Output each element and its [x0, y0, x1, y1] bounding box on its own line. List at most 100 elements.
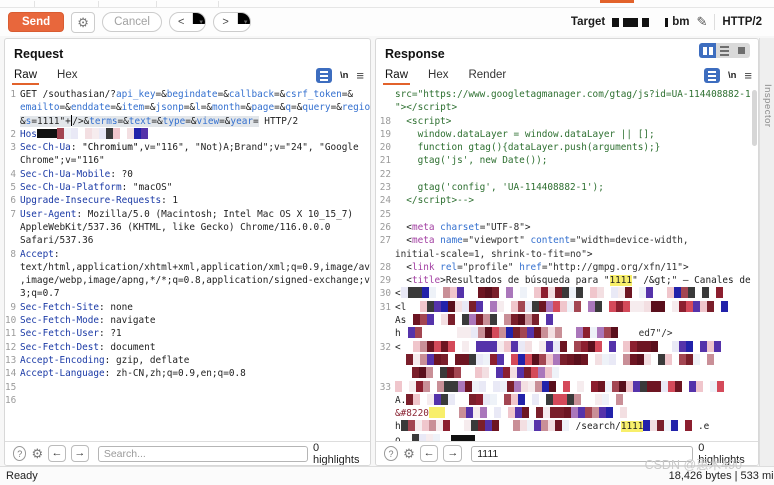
back-button[interactable]: < — [170, 13, 192, 31]
code-line: 25 — [376, 208, 758, 221]
mosaic-cell — [469, 341, 476, 352]
code-segment: gtag('config', 'UA-114408882-1'); — [395, 182, 604, 193]
line-content: function gtag(){dataLayer.push(arguments… — [395, 141, 758, 154]
search-settings-button[interactable]: ⚙ — [403, 446, 415, 462]
code-segment: &#8220 — [395, 408, 429, 419]
code-segment: Accept — [20, 249, 54, 260]
mosaic-cell — [469, 314, 476, 325]
line-number: 19 — [376, 128, 395, 141]
code-segment: =& — [151, 116, 162, 127]
editor-menu-icon[interactable]: ≡ — [356, 68, 364, 83]
mosaic-cell — [92, 128, 99, 139]
line-content: <l — [395, 301, 758, 314]
pretty-print-button[interactable] — [316, 68, 332, 83]
mosaic-cell — [578, 407, 585, 418]
mosaic-cell — [466, 407, 473, 418]
search-settings-button[interactable]: ⚙ — [31, 446, 43, 462]
mosaic-cell — [437, 381, 444, 392]
scrollbar-thumb[interactable] — [752, 90, 757, 146]
line-content — [395, 367, 758, 380]
mosaic-cell — [574, 341, 581, 352]
send-settings-button[interactable]: ⚙ — [71, 12, 95, 33]
mosaic-cell — [686, 341, 693, 352]
mosaic-cell — [534, 327, 541, 338]
show-newlines-button[interactable]: \n — [728, 70, 736, 81]
mosaic-cell — [518, 341, 525, 352]
cancel-button[interactable]: Cancel — [102, 12, 162, 32]
search-help-button[interactable]: ? — [13, 446, 26, 461]
tab-hex[interactable]: Hex — [428, 69, 448, 85]
code-line: 10Sec-Fetch-Mode: navigate — [5, 314, 370, 327]
search-next-button[interactable]: → — [71, 445, 89, 462]
redacted-mosaic — [412, 367, 559, 378]
show-newlines-button[interactable]: \n — [340, 70, 348, 81]
mosaic-cell — [548, 327, 555, 338]
mosaic-cell — [626, 381, 633, 392]
tab-raw[interactable]: Raw — [385, 69, 408, 85]
pretty-print-button[interactable] — [704, 68, 720, 83]
edit-target-icon[interactable]: ✎ — [696, 14, 707, 30]
code-line: initial-scale=1, shrink-to-fit=no"> — [376, 248, 758, 261]
search-prev-button[interactable]: ← — [48, 445, 66, 462]
code-line: 31<l — [376, 301, 758, 314]
mosaic-cell — [499, 420, 506, 431]
inspector-sidebar[interactable]: Inspector — [759, 38, 774, 466]
request-editor[interactable]: 1GET /southasian/?api_key=&begindate=&ca… — [5, 86, 370, 441]
mosaic-cell — [443, 327, 450, 338]
mosaic-cell — [448, 314, 455, 325]
code-segment: page — [252, 102, 275, 113]
request-header: Request — [5, 39, 370, 64]
mosaic-cell — [450, 287, 457, 298]
mosaic-cell — [426, 367, 433, 378]
tab-raw[interactable]: Raw — [14, 69, 37, 85]
mosaic-cell — [455, 314, 462, 325]
layout-single-button[interactable] — [733, 43, 750, 58]
response-editor[interactable]: src="https://www.googletagmanager.com/gt… — [376, 86, 758, 441]
send-button[interactable]: Send — [8, 12, 64, 32]
code-segment: : document — [99, 342, 155, 353]
back-dropdown-button[interactable]: ▾ — [192, 13, 205, 24]
mosaic-cell — [476, 301, 483, 312]
mosaic-cell — [525, 394, 532, 405]
forward-dropdown-button[interactable]: ▾ — [237, 13, 250, 24]
mosaic-cell — [448, 394, 455, 405]
layout-columns-button[interactable] — [699, 43, 716, 58]
mosaic-cell — [490, 354, 497, 365]
tab-separator — [156, 1, 157, 7]
mosaic-cell — [536, 407, 543, 418]
search-prev-button[interactable]: ← — [420, 445, 439, 462]
request-search-input[interactable] — [98, 446, 308, 462]
forward-button[interactable]: > — [214, 13, 236, 31]
mosaic-cell — [630, 354, 637, 365]
line-number: 15 — [5, 381, 20, 394]
mosaic-cell — [464, 420, 471, 431]
mosaic-cell — [408, 287, 415, 298]
mosaic-cell — [672, 354, 679, 365]
line-number — [376, 248, 395, 261]
line-number — [376, 394, 395, 407]
mosaic-cell — [406, 301, 413, 312]
tab-hex[interactable]: Hex — [57, 69, 77, 85]
mosaic-cell — [609, 301, 616, 312]
mosaic-cell — [570, 381, 577, 392]
mosaic-cell — [490, 394, 497, 405]
code-line: 22 — [376, 168, 758, 181]
search-help-button[interactable]: ? — [384, 446, 398, 461]
mosaic-cell — [721, 341, 728, 352]
mosaic-cell — [422, 287, 429, 298]
code-segment: =& — [155, 89, 166, 100]
mosaic-cell — [546, 394, 553, 405]
response-header: Response — [376, 39, 758, 64]
mosaic-cell — [581, 341, 588, 352]
code-segment: User-Agent — [20, 209, 76, 220]
search-next-button[interactable]: → — [443, 445, 462, 462]
code-line: 14Accept-Language: zh-CN,zh;q=0.9,en;q=0… — [5, 367, 370, 380]
mosaic-cell — [574, 354, 581, 365]
mosaic-cell — [487, 407, 494, 418]
tab-render[interactable]: Render — [468, 69, 506, 85]
code-segment: : ?1 — [99, 328, 122, 339]
editor-menu-icon[interactable]: ≡ — [744, 68, 752, 83]
mosaic-cell — [513, 287, 520, 298]
layout-rows-button[interactable] — [716, 43, 733, 58]
mosaic-cell — [668, 381, 675, 392]
